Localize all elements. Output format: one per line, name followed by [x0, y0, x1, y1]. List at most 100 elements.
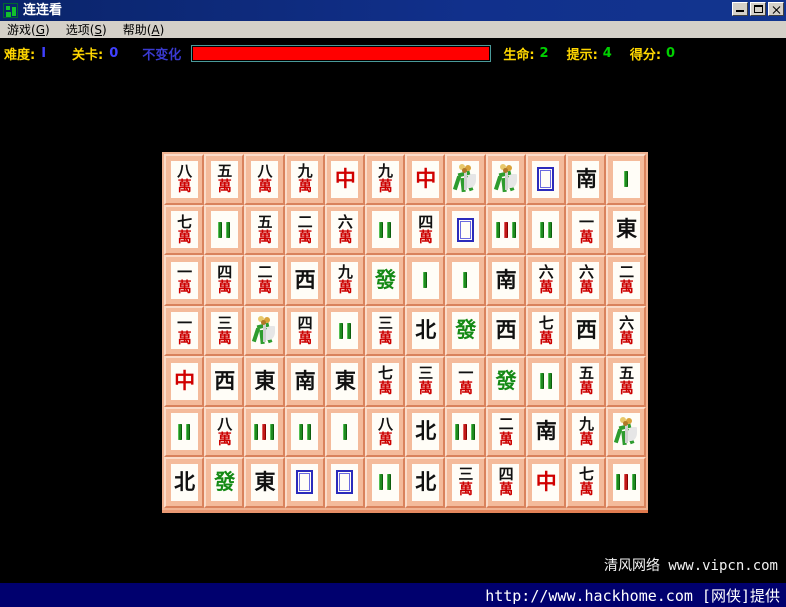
mahjong-tile[interactable]: 北 — [405, 406, 446, 457]
menu-item-help-label: 帮助 — [122, 22, 147, 37]
mahjong-tile[interactable]: 五萬 — [565, 356, 607, 407]
mahjong-tile[interactable]: 發 — [485, 356, 526, 407]
mahjong-tile[interactable]: 七萬 — [364, 356, 406, 407]
mahjong-tile[interactable] — [445, 154, 486, 205]
mahjong-tile[interactable]: 六萬 — [324, 204, 365, 255]
mahjong-tile[interactable]: 七萬 — [164, 204, 205, 255]
mahjong-tile[interactable] — [485, 204, 526, 255]
mahjong-tile[interactable]: 七萬 — [525, 305, 566, 356]
mahjong-tile[interactable]: 五萬 — [244, 204, 285, 255]
menu-item-options[interactable]: 选项(S) — [59, 21, 116, 39]
mahjong-tile[interactable]: 四萬 — [204, 255, 245, 306]
mahjong-tile[interactable]: 四萬 — [485, 457, 526, 508]
mahjong-tile[interactable]: 發 — [445, 305, 486, 356]
mahjong-tile[interactable]: 九萬 — [364, 154, 406, 205]
mahjong-tile[interactable]: 南 — [525, 406, 566, 457]
mahjong-tile[interactable]: 四萬 — [284, 305, 325, 356]
mahjong-tile[interactable]: 東 — [244, 457, 285, 508]
mahjong-tile[interactable]: 東 — [244, 356, 285, 407]
mahjong-tile[interactable] — [525, 356, 566, 407]
mahjong-tile[interactable]: 發 — [364, 255, 406, 306]
mahjong-tile[interactable] — [445, 255, 486, 306]
mahjong-tile[interactable]: 西 — [565, 305, 607, 356]
tile-honor-glyph: 西 — [575, 318, 597, 343]
mahjong-tile[interactable]: 三萬 — [445, 457, 486, 508]
mahjong-tile[interactable]: 一萬 — [565, 204, 607, 255]
mahjong-tile[interactable]: 八萬 — [364, 406, 406, 457]
mahjong-tile[interactable]: 北 — [164, 457, 205, 508]
mahjong-tile[interactable]: 二萬 — [485, 406, 526, 457]
tile-number-glyph: 二 — [498, 414, 514, 433]
mahjong-tile[interactable]: 中 — [405, 154, 446, 205]
mahjong-tile[interactable]: 二萬 — [244, 255, 285, 306]
tile-face: 六萬 — [331, 211, 359, 249]
mahjong-tile[interactable]: 九萬 — [565, 406, 607, 457]
mahjong-tile[interactable] — [405, 255, 446, 306]
mahjong-tile[interactable] — [284, 457, 325, 508]
tile-face: 五萬 — [572, 362, 600, 400]
mahjong-tile[interactable]: 三萬 — [364, 305, 406, 356]
maximize-button[interactable] — [750, 2, 766, 16]
mahjong-tile[interactable]: 中 — [525, 457, 566, 508]
mahjong-tile[interactable]: 四萬 — [405, 204, 446, 255]
mahjong-tile[interactable] — [606, 406, 647, 457]
mahjong-tile[interactable] — [525, 204, 566, 255]
mahjong-tile[interactable]: 南 — [565, 154, 607, 205]
mahjong-tile[interactable]: 九萬 — [284, 154, 325, 205]
mahjong-tile[interactable] — [324, 457, 365, 508]
mahjong-tile[interactable]: 北 — [405, 305, 446, 356]
mahjong-tile[interactable]: 一萬 — [164, 305, 205, 356]
mahjong-tile[interactable] — [445, 204, 486, 255]
mahjong-tile[interactable]: 六萬 — [606, 305, 647, 356]
mahjong-tile[interactable]: 南 — [284, 356, 325, 407]
mahjong-tile[interactable] — [284, 406, 325, 457]
mahjong-tile[interactable]: 五萬 — [606, 356, 647, 407]
mahjong-tile[interactable] — [606, 457, 647, 508]
mahjong-tile[interactable]: 九萬 — [324, 255, 365, 306]
mahjong-tile[interactable]: 北 — [405, 457, 446, 508]
mahjong-tile[interactable]: 六萬 — [525, 255, 566, 306]
mahjong-tile[interactable] — [364, 204, 406, 255]
mahjong-tile[interactable]: 東 — [606, 204, 647, 255]
minimize-button[interactable] — [732, 2, 748, 16]
mahjong-tile[interactable]: 七萬 — [565, 457, 607, 508]
menu-item-game[interactable]: 游戏(G) — [0, 21, 59, 39]
mahjong-tile[interactable] — [485, 154, 526, 205]
mahjong-tile[interactable]: 西 — [204, 356, 245, 407]
mahjong-tile[interactable]: 西 — [485, 305, 526, 356]
bamboo-column — [270, 423, 275, 440]
mahjong-tile[interactable]: 一萬 — [164, 255, 205, 306]
tile-suit-glyph: 萬 — [619, 280, 634, 297]
mahjong-tile[interactable]: 三萬 — [405, 356, 446, 407]
menu-item-help[interactable]: 帮助(A) — [116, 21, 174, 39]
mahjong-tile[interactable] — [324, 406, 365, 457]
mahjong-tile[interactable]: 八萬 — [204, 406, 245, 457]
mahjong-tile[interactable]: 東 — [324, 356, 365, 407]
mahjong-tile[interactable] — [164, 406, 205, 457]
mahjong-tile[interactable]: 中 — [164, 356, 205, 407]
mahjong-tile[interactable] — [445, 406, 486, 457]
mahjong-tile[interactable]: 南 — [485, 255, 526, 306]
tile-honor-glyph: 西 — [294, 267, 316, 292]
mahjong-tile[interactable] — [244, 305, 285, 356]
mahjong-tile[interactable] — [606, 154, 647, 205]
mahjong-tile[interactable] — [525, 154, 566, 205]
mahjong-tile[interactable]: 五萬 — [204, 154, 245, 205]
tile-face: 三萬 — [411, 362, 439, 400]
mahjong-tile[interactable]: 八萬 — [164, 154, 205, 205]
mahjong-tile[interactable]: 一萬 — [445, 356, 486, 407]
mahjong-tile[interactable] — [244, 406, 285, 457]
mahjong-tile[interactable]: 二萬 — [284, 204, 325, 255]
mahjong-tile[interactable]: 發 — [204, 457, 245, 508]
mahjong-tile[interactable]: 西 — [284, 255, 325, 306]
mahjong-tile[interactable] — [324, 305, 365, 356]
mahjong-tile[interactable]: 二萬 — [606, 255, 647, 306]
mahjong-tile[interactable]: 八萬 — [244, 154, 285, 205]
close-button[interactable] — [768, 2, 784, 16]
tile-grid: 八萬五萬八萬九萬中九萬中南七萬五萬二萬六萬四萬一萬東一萬四萬二萬西九萬發南六萬六… — [164, 154, 647, 508]
mahjong-tile[interactable]: 三萬 — [204, 305, 245, 356]
mahjong-tile[interactable]: 中 — [324, 154, 365, 205]
mahjong-tile[interactable]: 六萬 — [565, 255, 607, 306]
mahjong-tile[interactable] — [204, 204, 245, 255]
mahjong-tile[interactable] — [364, 457, 406, 508]
